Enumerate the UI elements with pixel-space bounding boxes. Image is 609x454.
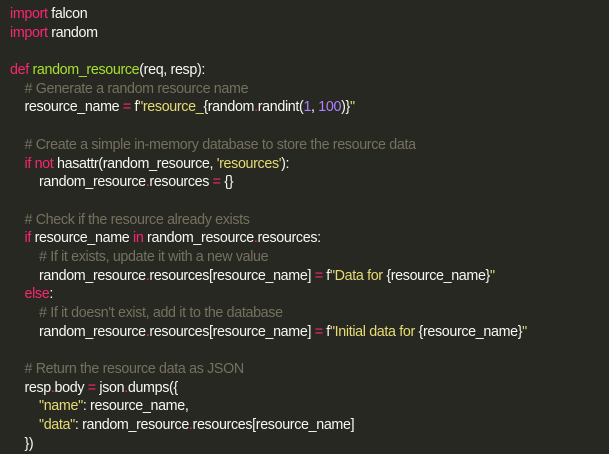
keyword-token: else	[24, 286, 50, 303]
code-block[interactable]: import falcon import random def random_res…	[10, 5, 609, 454]
text-token: resp	[10, 379, 51, 396]
comment-token: # Check if the resource already exists	[10, 211, 250, 228]
code-line: resource_name = f"resource_{random.randi…	[10, 98, 609, 117]
number-token: 100	[318, 99, 342, 116]
text-token: random_resource	[143, 230, 254, 247]
code-line: "data": random_resource.resources[resour…	[10, 416, 609, 435]
operator-token: =	[314, 323, 323, 340]
code-line: # Return the resource data as JSON	[10, 360, 609, 379]
comment-token: # Generate a random resource name	[10, 80, 249, 97]
code-line: if not hasattr(random_resource, 'resourc…	[10, 155, 609, 174]
code-line: if resource_name in random_resource.reso…	[10, 229, 609, 248]
operator-token: =	[87, 379, 96, 396]
text-token: random_resource	[10, 267, 146, 284]
text-token: ):	[281, 155, 290, 172]
text-token: body	[54, 379, 88, 396]
comment-token: # Create a simple in-memory database to …	[10, 136, 416, 153]
text-token: resources[resource_name]	[149, 267, 315, 284]
text-token: {random	[203, 99, 255, 116]
keyword-token: import	[10, 24, 48, 41]
text-token: resources:	[257, 230, 322, 247]
text-token: resources	[149, 174, 213, 191]
string-token: "	[349, 99, 355, 116]
text-token: hasattr(random_resource,	[53, 155, 217, 172]
code-line: random_resource.resources[resource_name]…	[10, 323, 609, 342]
text-token: resources[resource_name]	[149, 323, 315, 340]
text-token: : resource_name,	[82, 398, 189, 415]
text-token: random	[47, 24, 98, 41]
text-token: )}	[341, 99, 350, 116]
code-line: # If it exists, update it with a new val…	[10, 248, 609, 267]
code-editor[interactable]: import falcon import random def random_res…	[0, 0, 609, 452]
keyword-token: def	[10, 62, 29, 79]
text-token: random_resource	[10, 323, 146, 340]
code-line: # Create a simple in-memory database to …	[10, 136, 609, 155]
code-line: "name": resource_name,	[10, 397, 609, 416]
operator-token: =	[212, 174, 221, 191]
function-name-token: random_resource	[32, 62, 140, 79]
string-token: "	[489, 267, 495, 284]
text-token: randint(	[257, 99, 304, 116]
text-token: resources[resource_name]	[192, 417, 355, 434]
number-token: 1	[303, 99, 312, 116]
code-line: # Check if the resource already exists	[10, 211, 609, 230]
code-line: })	[10, 435, 609, 454]
comment-token: # If it exists, update it with a new val…	[10, 248, 269, 265]
string-token: "	[522, 323, 527, 340]
text-token: : random_resource	[74, 417, 189, 434]
text-token: falcon	[47, 6, 88, 22]
keyword-token: not	[34, 155, 54, 172]
text-token: :	[49, 286, 53, 303]
keyword-token: in	[133, 230, 144, 247]
operator-token: =	[122, 99, 131, 116]
comment-token: # Return the resource data as JSON	[10, 361, 244, 378]
text-token: random_resource	[10, 174, 146, 191]
text-token: json	[95, 379, 125, 396]
text-token: resource_name	[30, 230, 133, 247]
code-line: random_resource.resources = {}	[10, 173, 609, 192]
string-token: "resource_	[138, 99, 204, 116]
code-line: # If it doesn't exist, add it to the dat…	[10, 304, 609, 323]
text-token: {resource_name}	[418, 323, 523, 340]
text-token: {}	[220, 174, 234, 191]
code-line: def random_resource(req, resp):	[10, 61, 609, 80]
text-token: {resource_name}	[386, 267, 490, 284]
code-line: # Generate a random resource name	[10, 80, 609, 99]
code-line: import random	[10, 24, 609, 43]
string-token: 'resources'	[216, 155, 282, 172]
text-token: f	[322, 323, 330, 340]
text-token: f	[322, 267, 330, 284]
text-token: })	[10, 435, 34, 452]
operator-token: =	[314, 267, 323, 284]
keyword-token: import	[10, 6, 48, 22]
string-token: "Data for	[329, 267, 387, 284]
text-token: dumps({	[127, 379, 178, 396]
text-token: resource_name	[10, 99, 123, 116]
string-token: "name"	[38, 398, 83, 415]
string-token: "data"	[38, 417, 75, 434]
code-line: resp.body = json.dumps({	[10, 379, 609, 398]
code-line: random_resource.resources[resource_name]…	[10, 267, 609, 286]
code-line: else:	[10, 285, 609, 304]
text-token: (req, resp):	[139, 62, 205, 79]
code-line: import falcon	[10, 5, 609, 24]
string-token: "Initial data for	[329, 323, 419, 340]
comment-token: # If it doesn't exist, add it to the dat…	[10, 305, 283, 321]
